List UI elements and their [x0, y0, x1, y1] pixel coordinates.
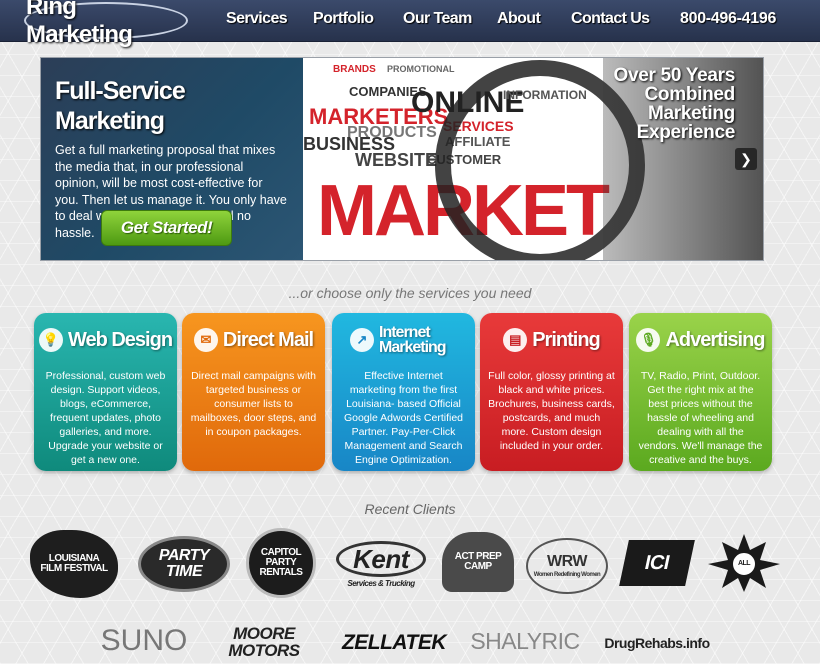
client-logo: SHALYRIC	[470, 627, 580, 654]
phone-number[interactable]: 800-496-4196	[680, 10, 776, 28]
hero-caption-line: Marketing	[647, 103, 735, 124]
nav-services[interactable]: Services	[226, 10, 288, 28]
nav-our-team[interactable]: Our Team	[403, 10, 472, 28]
service-title: Web Design	[67, 329, 173, 351]
chevron-right-icon[interactable]: ❯	[735, 148, 757, 170]
envelope-icon: ✉	[193, 328, 218, 352]
logo-text: Ring Marketing	[26, 0, 133, 48]
get-started-button[interactable]: Get Started!	[101, 210, 232, 246]
hero-caption: Over 50 Years Combined Marketing Experie…	[613, 65, 736, 143]
service-card-internet-marketing[interactable]: ↗ Internet Marketing Effective Internet …	[332, 313, 475, 471]
hero-title: Full-Service Marketing	[55, 77, 186, 135]
chart-icon: ↗	[350, 328, 374, 352]
service-card-advertising[interactable]: 🎙 Advertising TV, Radio, Print, Outdoor.…	[629, 313, 772, 471]
service-title: Direct Mail	[222, 329, 314, 351]
client-logo: MOORE MOTORS	[228, 624, 300, 660]
collage-word: PROMOTIONAL	[387, 64, 455, 74]
hero-caption-line: Over 50 Years	[613, 65, 736, 86]
service-title: Printing	[532, 329, 601, 351]
client-logo: SUNO	[100, 624, 188, 657]
microphone-icon: 🎙	[636, 328, 661, 352]
recent-clients-heading: Recent Clients	[364, 501, 456, 517]
service-text: Professional, custom web design. Support…	[45, 370, 166, 466]
client-logo: LOUISIANA FILM FESTIVAL	[30, 530, 118, 598]
client-logo: ALL	[704, 530, 784, 596]
service-text: Full color, glossy printing at black and…	[488, 370, 615, 452]
top-nav: Ring Marketing Services Portfolio Our Te…	[0, 0, 820, 48]
service-card-direct-mail[interactable]: ✉ Direct Mail Direct mail campaigns with…	[182, 313, 325, 471]
service-text: Effective Internet marketing from the fi…	[343, 370, 464, 466]
hero-panel: Full-Service Marketing Get a full market…	[41, 58, 303, 260]
client-logo: CAPITOL PARTY RENTALS	[246, 528, 316, 598]
service-card-web-design[interactable]: 💡 Web Design Professional, custom web de…	[34, 313, 177, 471]
client-logo: ACT PREP CAMP	[442, 532, 514, 592]
client-logo: ICI	[619, 540, 695, 586]
hero-caption-line: Combined	[644, 84, 736, 105]
client-logo: ZELLATEK	[341, 630, 447, 654]
collage-word: BRANDS	[333, 64, 376, 75]
nav-portfolio[interactable]: Portfolio	[313, 10, 374, 28]
services-tagline: ...or choose only the services you need	[288, 285, 532, 301]
collage-word: PRODUCTS	[347, 124, 437, 141]
service-text: TV, Radio, Print, Outdoor. Get the right…	[638, 370, 763, 466]
service-title: Internet Marketing	[379, 324, 447, 356]
printer-icon: ▤	[503, 328, 528, 352]
client-logo: PARTY TIME	[138, 536, 230, 592]
nav-about[interactable]: About	[497, 10, 541, 28]
hero-caption-line: Experience	[636, 122, 736, 143]
service-text: Direct mail campaigns with targeted busi…	[190, 370, 317, 438]
nav-contact-us[interactable]: Contact Us	[571, 10, 650, 28]
service-card-printing[interactable]: ▤ Printing Full color, glossy printing a…	[480, 313, 623, 471]
client-logo: Kent Services & Trucking	[334, 535, 428, 593]
client-logo: WRW Women Redefining Women	[526, 538, 608, 594]
client-logo: DrugRehabs.info	[604, 635, 710, 651]
hero-image: MARKETERS COMPANIES ONLINE SERVICES AFFI…	[303, 58, 763, 260]
hero-slider: Full-Service Marketing Get a full market…	[40, 57, 764, 261]
logo[interactable]: Ring Marketing	[24, 0, 188, 48]
lightbulb-icon: 💡	[38, 328, 63, 352]
service-title: Advertising	[665, 329, 765, 351]
